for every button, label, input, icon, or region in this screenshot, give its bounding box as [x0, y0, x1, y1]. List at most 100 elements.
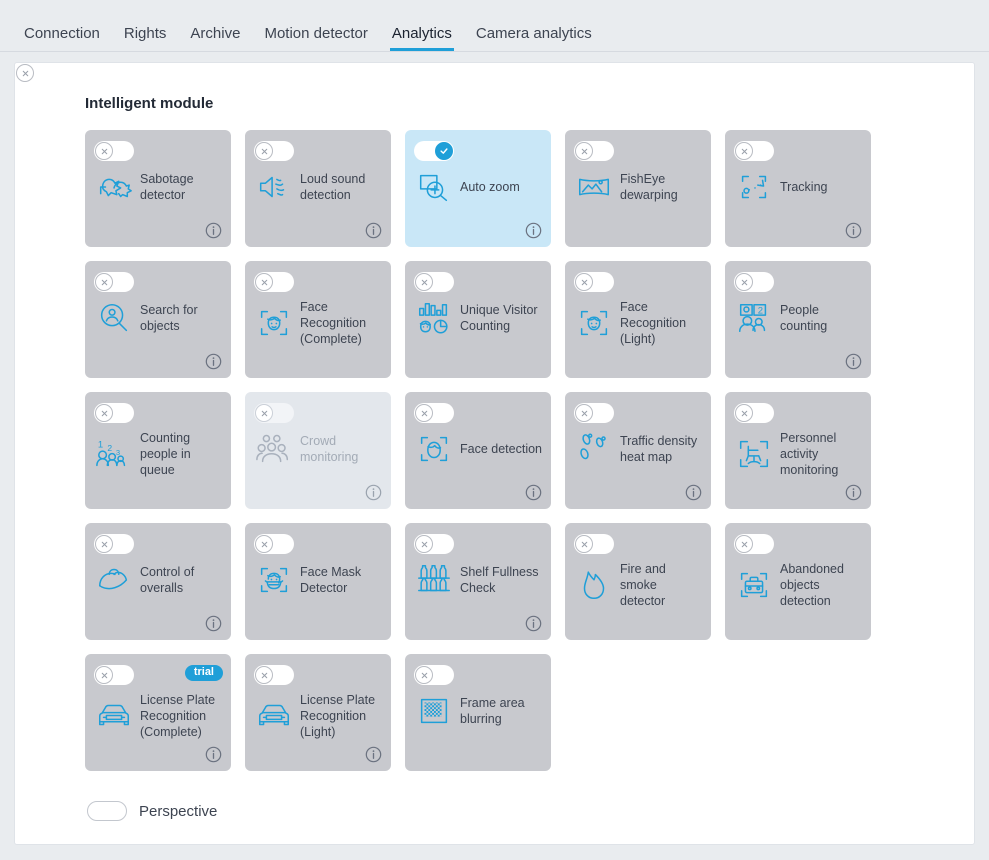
- module-toggle[interactable]: [254, 534, 294, 554]
- close-icon: [415, 666, 433, 684]
- module-toggle[interactable]: [254, 272, 294, 292]
- module-toggle[interactable]: [734, 272, 774, 292]
- module-toggle[interactable]: [574, 272, 614, 292]
- close-icon: [95, 404, 113, 422]
- face-recognition-light-icon: [575, 304, 613, 342]
- module-label: License Plate Recognition (Light): [300, 693, 376, 739]
- tab-archive[interactable]: Archive: [178, 26, 252, 51]
- module-toggle[interactable]: [734, 141, 774, 161]
- module-card-control-of-overalls[interactable]: Control of overalls: [85, 523, 231, 640]
- module-card-body: Auto zoom: [415, 168, 543, 206]
- module-toggle[interactable]: [414, 665, 454, 685]
- module-toggle[interactable]: [94, 272, 134, 292]
- module-card-body: FishEye dewarping: [575, 168, 703, 206]
- module-card-license-plate-recognition-complete[interactable]: trial License Plate Recognition (Complete…: [85, 654, 231, 771]
- module-card-tracking[interactable]: Tracking: [725, 130, 871, 247]
- module-card-traffic-density-heat-map[interactable]: Traffic density heat map: [565, 392, 711, 509]
- svg-text:2: 2: [758, 305, 763, 316]
- perspective-toggle[interactable]: [16, 64, 127, 821]
- module-card-face-mask-detector[interactable]: Face Mask Detector: [245, 523, 391, 640]
- license-plate-recognition-light-icon: [255, 697, 293, 735]
- module-toggle[interactable]: [414, 403, 454, 423]
- license-plate-recognition-complete-icon: [95, 697, 133, 735]
- module-toggle[interactable]: [94, 403, 134, 423]
- info-icon[interactable]: [845, 222, 862, 239]
- module-label: Auto zoom: [460, 180, 520, 194]
- traffic-density-heat-map-icon: [575, 430, 613, 468]
- module-card-personnel-activity-monitoring[interactable]: Personnel activity monitoring: [725, 392, 871, 509]
- module-label: Personnel activity monitoring: [780, 431, 839, 477]
- module-toggle[interactable]: [94, 141, 134, 161]
- module-card-body: Shelf Fullness Check: [415, 561, 543, 599]
- module-toggle[interactable]: [254, 665, 294, 685]
- module-toggle[interactable]: [254, 141, 294, 161]
- trial-badge: trial: [184, 665, 223, 681]
- module-toggle[interactable]: [414, 141, 454, 161]
- perspective-row[interactable]: Perspective: [16, 64, 974, 821]
- module-toggle[interactable]: [94, 665, 134, 685]
- module-card-loud-sound-detection[interactable]: Loud sound detection: [245, 130, 391, 247]
- module-toggle: [254, 403, 294, 423]
- info-icon[interactable]: [205, 615, 222, 632]
- module-label: Loud sound detection: [300, 172, 366, 202]
- module-card-fisheye-dewarping[interactable]: FishEye dewarping: [565, 130, 711, 247]
- info-icon[interactable]: [205, 222, 222, 239]
- module-card-fire-and-smoke-detector[interactable]: Fire and smoke detector: [565, 523, 711, 640]
- info-icon[interactable]: [525, 484, 542, 501]
- module-card-auto-zoom[interactable]: Auto zoom: [405, 130, 551, 247]
- module-card-search-for-objects[interactable]: Search for objects: [85, 261, 231, 378]
- module-toggle[interactable]: [414, 272, 454, 292]
- module-card-body: Face detection: [415, 430, 543, 468]
- module-card-face-recognition-complete[interactable]: Face Recognition (Complete): [245, 261, 391, 378]
- tab-motion-detector[interactable]: Motion detector: [252, 26, 379, 51]
- module-toggle[interactable]: [574, 141, 614, 161]
- module-toggle[interactable]: [734, 403, 774, 423]
- module-card-people-counting[interactable]: 2 People counting: [725, 261, 871, 378]
- tab-camera-analytics[interactable]: Camera analytics: [464, 26, 604, 51]
- svg-text:2: 2: [107, 443, 112, 453]
- close-icon: [735, 273, 753, 291]
- info-icon[interactable]: [365, 484, 382, 501]
- module-card-body: Face Mask Detector: [255, 561, 383, 599]
- module-label: Abandoned objects detection: [780, 562, 844, 608]
- close-icon: [415, 404, 433, 422]
- module-card-body: Personnel activity monitoring: [735, 430, 863, 478]
- module-card-face-recognition-light[interactable]: Face Recognition (Light): [565, 261, 711, 378]
- module-card-abandoned-objects-detection[interactable]: Abandoned objects detection: [725, 523, 871, 640]
- info-icon[interactable]: [365, 222, 382, 239]
- close-icon: [95, 666, 113, 684]
- module-toggle[interactable]: [414, 534, 454, 554]
- module-card-shelf-fullness-check[interactable]: Shelf Fullness Check: [405, 523, 551, 640]
- intelligent-module-grid: Sabotage detector Loud sound detection Aut…: [85, 130, 885, 771]
- module-label: License Plate Recognition (Complete): [140, 693, 216, 739]
- face-detection-icon: [415, 430, 453, 468]
- module-card-body: License Plate Recognition (Light): [255, 692, 383, 740]
- module-toggle[interactable]: [574, 403, 614, 423]
- tab-connection[interactable]: Connection: [12, 26, 112, 51]
- module-card-body: 2 People counting: [735, 299, 863, 337]
- module-card-counting-people-in-queue[interactable]: 1 2 3 Counting people in queue: [85, 392, 231, 509]
- module-toggle[interactable]: [574, 534, 614, 554]
- module-card-face-detection[interactable]: Face detection: [405, 392, 551, 509]
- module-toggle[interactable]: [94, 534, 134, 554]
- info-icon[interactable]: [845, 353, 862, 370]
- module-card-unique-visitor-counting[interactable]: Unique Visitor Counting: [405, 261, 551, 378]
- tab-analytics[interactable]: Analytics: [380, 26, 464, 51]
- module-card-sabotage-detector[interactable]: Sabotage detector: [85, 130, 231, 247]
- info-icon[interactable]: [365, 746, 382, 763]
- tab-rights[interactable]: Rights: [112, 26, 179, 51]
- info-icon[interactable]: [685, 484, 702, 501]
- info-icon[interactable]: [525, 615, 542, 632]
- info-icon[interactable]: [525, 222, 542, 239]
- info-icon[interactable]: [205, 353, 222, 370]
- info-icon[interactable]: [845, 484, 862, 501]
- module-card-license-plate-recognition-light[interactable]: License Plate Recognition (Light): [245, 654, 391, 771]
- module-toggle[interactable]: [734, 534, 774, 554]
- info-icon[interactable]: [205, 746, 222, 763]
- module-card-frame-area-blurring[interactable]: Frame area blurring: [405, 654, 551, 771]
- abandoned-objects-detection-icon: [735, 566, 773, 604]
- page-title: Intelligent module: [85, 95, 214, 112]
- svg-text:1: 1: [98, 439, 103, 450]
- module-label: Traffic density heat map: [620, 434, 698, 464]
- control-of-overalls-icon: [95, 561, 133, 599]
